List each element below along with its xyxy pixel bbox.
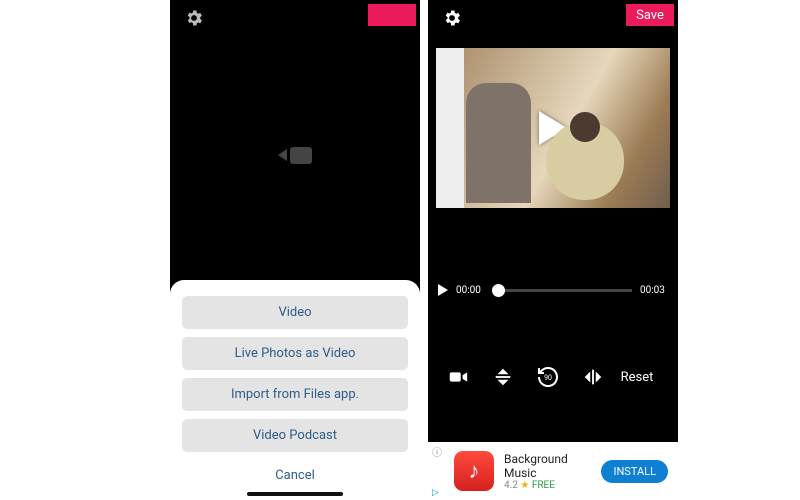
star-icon: ★ — [520, 480, 529, 491]
ad-title: Background Music — [504, 452, 591, 480]
reset-label: Reset — [621, 370, 654, 385]
cancel-label: Cancel — [275, 468, 315, 483]
save-label: Save — [636, 8, 664, 23]
home-indicator — [247, 492, 343, 496]
sheet-option-label: Video — [278, 305, 311, 320]
video-preview[interactable] — [436, 48, 670, 208]
sheet-option-label: Live Photos as Video — [235, 346, 356, 361]
sheet-option-label: Video Podcast — [253, 428, 337, 443]
sheet-option-livephotos[interactable]: Live Photos as Video — [182, 337, 408, 370]
ad-text: Background Music 4.2 ★ FREE — [504, 452, 591, 491]
sheet-cancel[interactable]: Cancel — [182, 460, 408, 490]
action-sheet: Video Live Photos as Video Import from F… — [170, 280, 420, 500]
edit-toolbar: 90 Reset — [428, 363, 678, 391]
player-controls: 00:00 00:03 — [428, 279, 678, 301]
screenshot-editor: Save 00:00 00:03 90 Reset ⓘ ▷ ♪ Backgrou… — [428, 0, 678, 500]
rotate-90-icon[interactable]: 90 — [531, 363, 565, 391]
ad-marker-icon[interactable]: ⓘ — [432, 444, 442, 459]
install-button[interactable]: INSTALL — [601, 460, 668, 483]
time-duration: 00:03 — [640, 285, 668, 296]
time-current: 00:00 — [456, 285, 484, 296]
sheet-option-podcast[interactable]: Video Podcast — [182, 419, 408, 452]
install-label: INSTALL — [613, 465, 656, 478]
scrubber[interactable] — [492, 289, 632, 292]
screenshot-select-source: 00:00 00:00 Video Live Photos as Video I… — [170, 0, 420, 500]
save-button[interactable] — [368, 4, 416, 26]
flip-horizontal-icon[interactable] — [576, 363, 610, 391]
sheet-option-video[interactable]: Video — [182, 296, 408, 329]
play-button[interactable] — [438, 284, 448, 296]
camera-icon — [278, 147, 312, 164]
video-placeholder[interactable] — [170, 30, 420, 280]
home-indicator — [505, 492, 601, 496]
ad-price: FREE — [532, 480, 555, 491]
ad-app-icon: ♪ — [454, 451, 494, 491]
reset-button[interactable]: Reset — [621, 370, 665, 385]
svg-text:90: 90 — [544, 374, 552, 382]
play-overlay-icon[interactable] — [539, 111, 567, 145]
ad-rating: 4.2 — [504, 480, 518, 491]
save-button[interactable]: Save — [626, 4, 674, 26]
adchoices-icon[interactable]: ▷ — [432, 488, 439, 498]
flip-vertical-icon[interactable] — [486, 363, 520, 391]
sheet-option-label: Import from Files app. — [231, 387, 359, 402]
source-video-icon[interactable] — [441, 363, 475, 391]
gear-icon[interactable] — [442, 8, 462, 33]
sheet-option-files[interactable]: Import from Files app. — [182, 378, 408, 411]
